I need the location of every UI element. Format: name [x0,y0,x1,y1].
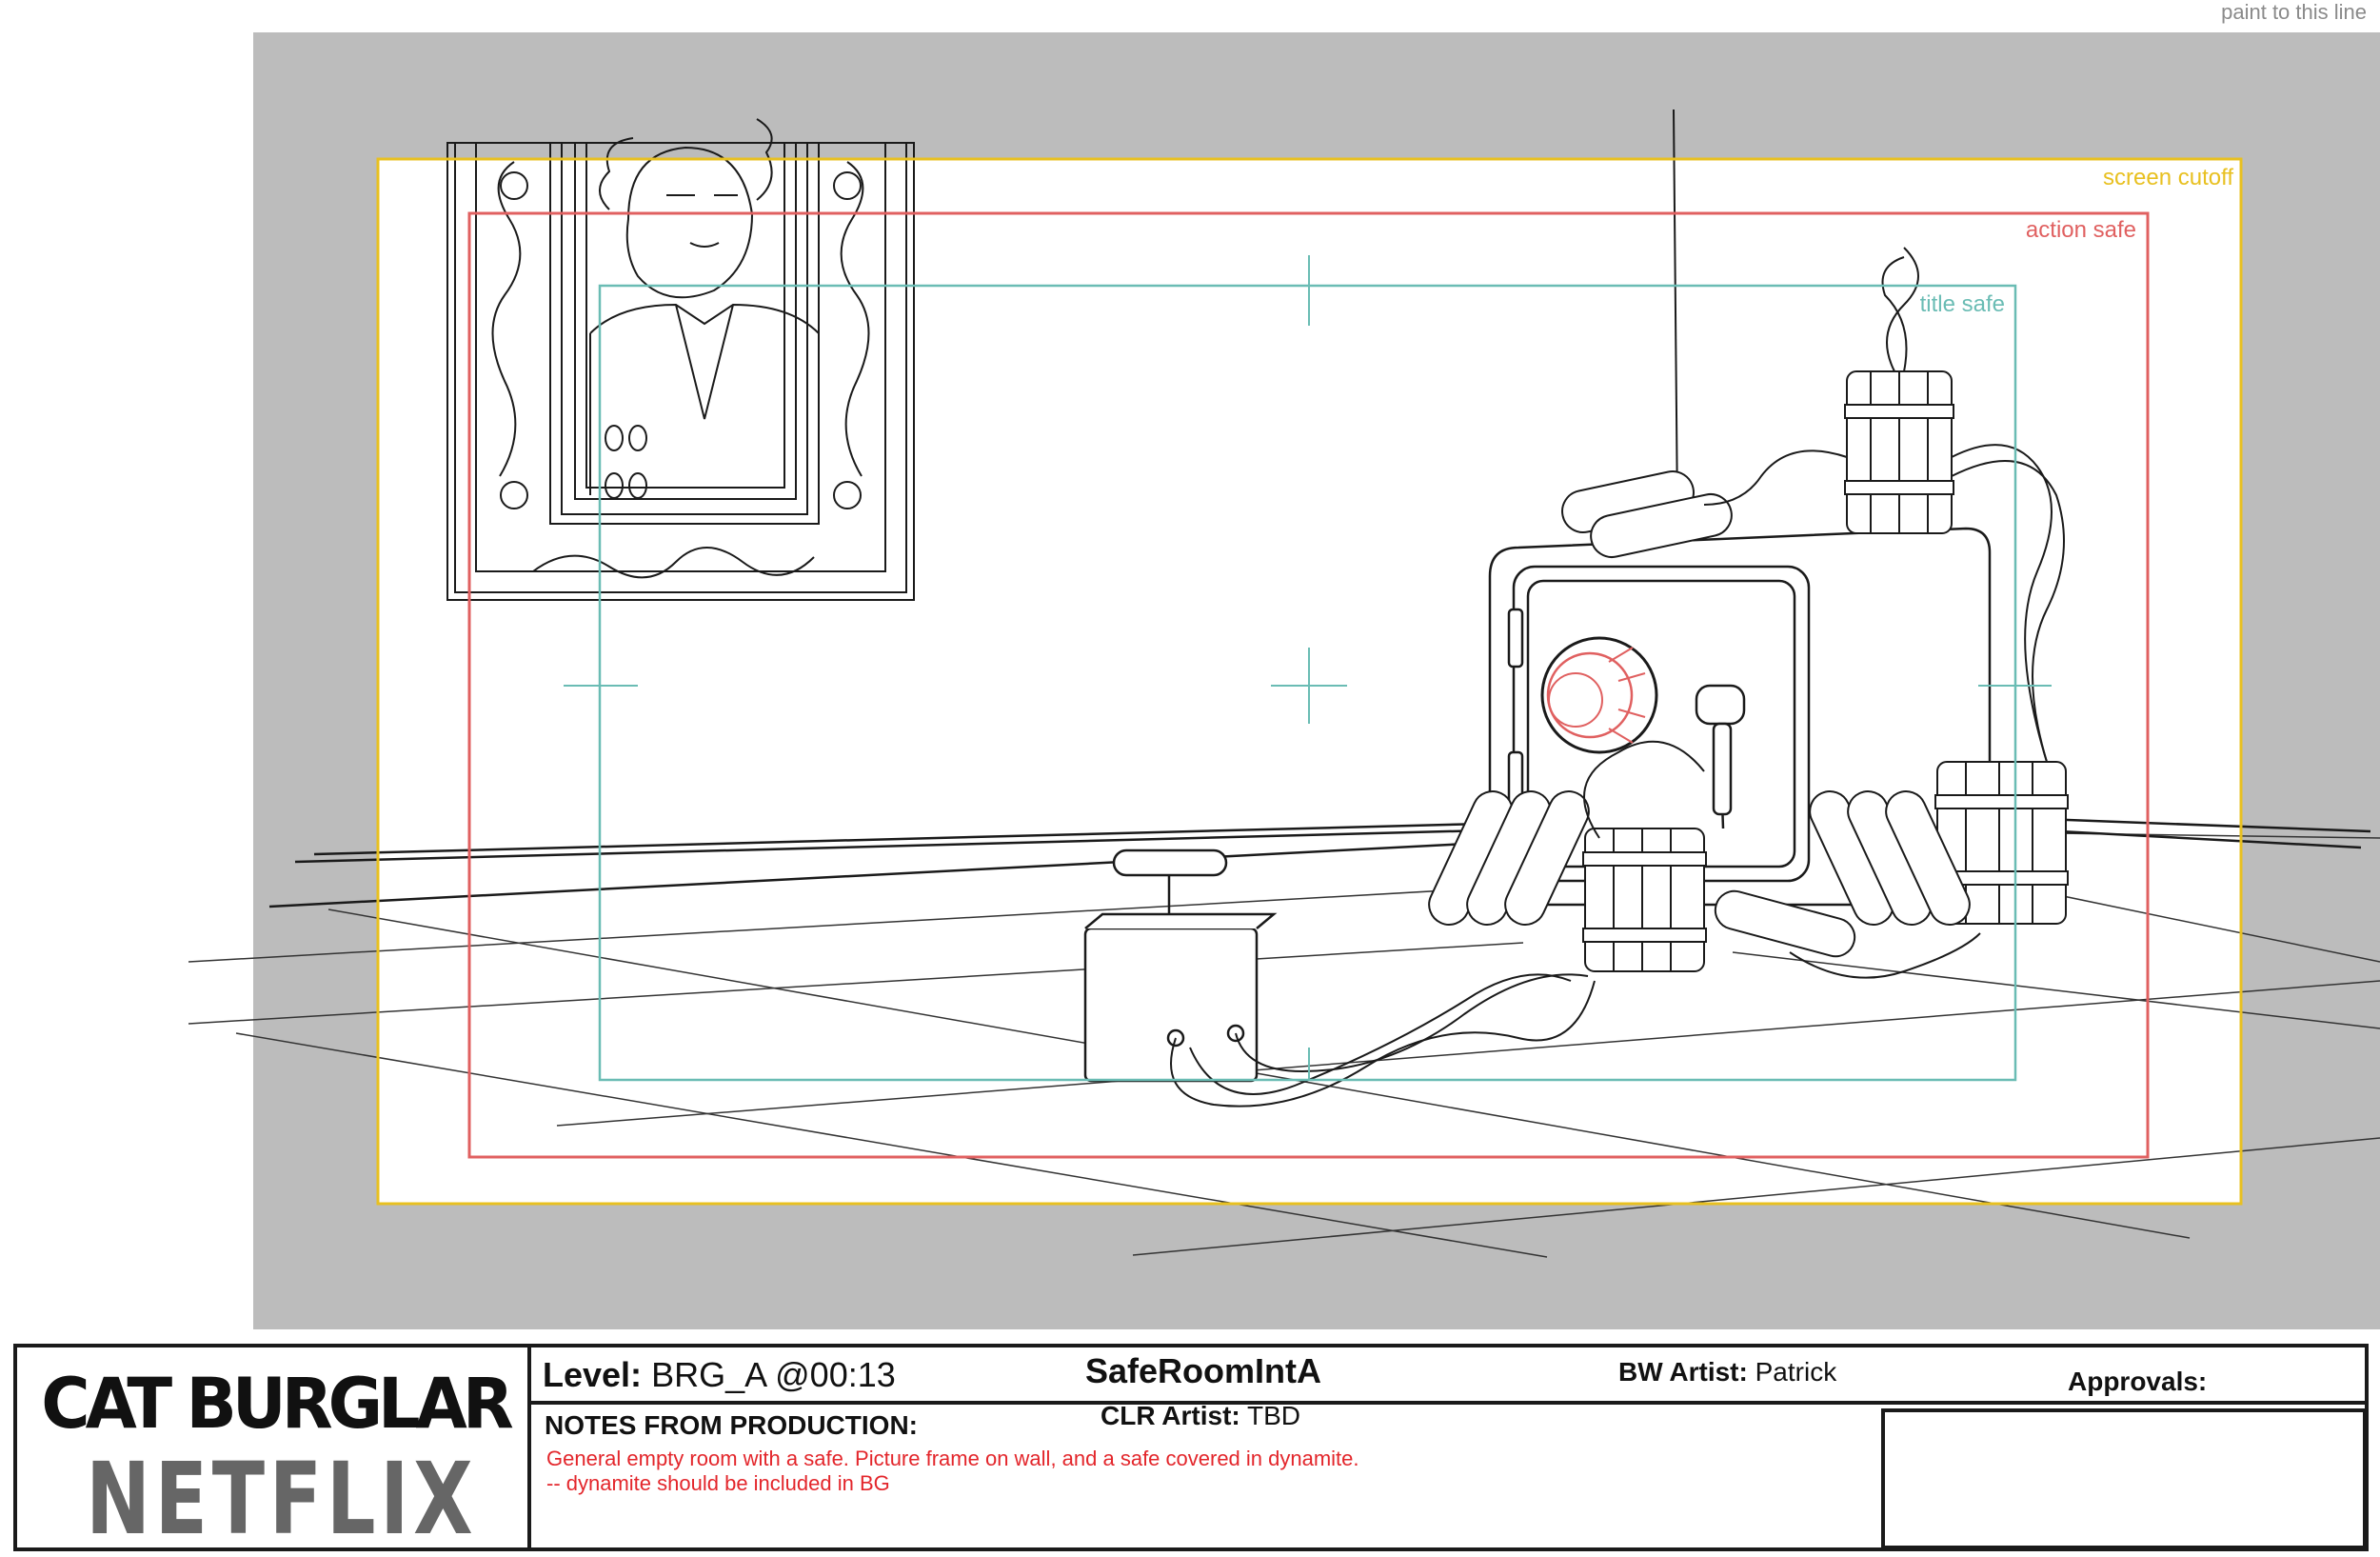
slate-header-row: Level: BRG_A @00:13 SafeRoomIntA BW Arti… [527,1347,2365,1405]
level-field: Level: BRG_A @00:13 [543,1355,896,1395]
bw-artist-label: BW Artist: [1618,1357,1748,1387]
notes-heading: NOTES FROM PRODUCTION: [545,1410,918,1440]
scene-name: SafeRoomIntA [1085,1351,1322,1390]
bw-artist-value: Patrick [1755,1357,1837,1387]
clr-artist-label: CLR Artist: [1101,1401,1240,1430]
production-slate: CAT BURGLAR NETFLIX Level: BRG_A @00:13 … [13,1344,2369,1557]
safe-dial [1540,636,1658,754]
title-safe-label: title safe [1920,291,2005,317]
clr-artist-field: CLR Artist: TBD [1101,1401,1300,1431]
level-value: BRG_A @00:13 [651,1355,896,1394]
level-label: Level: [543,1355,643,1394]
screen-cutoff-label: screen cutoff [2103,165,2233,190]
action-safe-label: action safe [2026,217,2136,243]
clr-artist-value: TBD [1247,1401,1301,1430]
show-logo: CAT BURGLAR [41,1362,513,1446]
approvals-box [1881,1408,2367,1549]
layout-drawing: screen cutoff action safe title safe [188,109,2380,1258]
bw-artist-field: BW Artist: Patrick [1618,1357,1836,1387]
note-line: -- dynamite should be included in BG [546,1471,890,1495]
logo-box: CAT BURGLAR NETFLIX [17,1347,531,1557]
network-logo: NETFLIX [86,1441,478,1557]
approvals-label: Approvals: [2068,1367,2208,1396]
note-line: General empty room with a safe. Picture … [546,1447,1359,1470]
